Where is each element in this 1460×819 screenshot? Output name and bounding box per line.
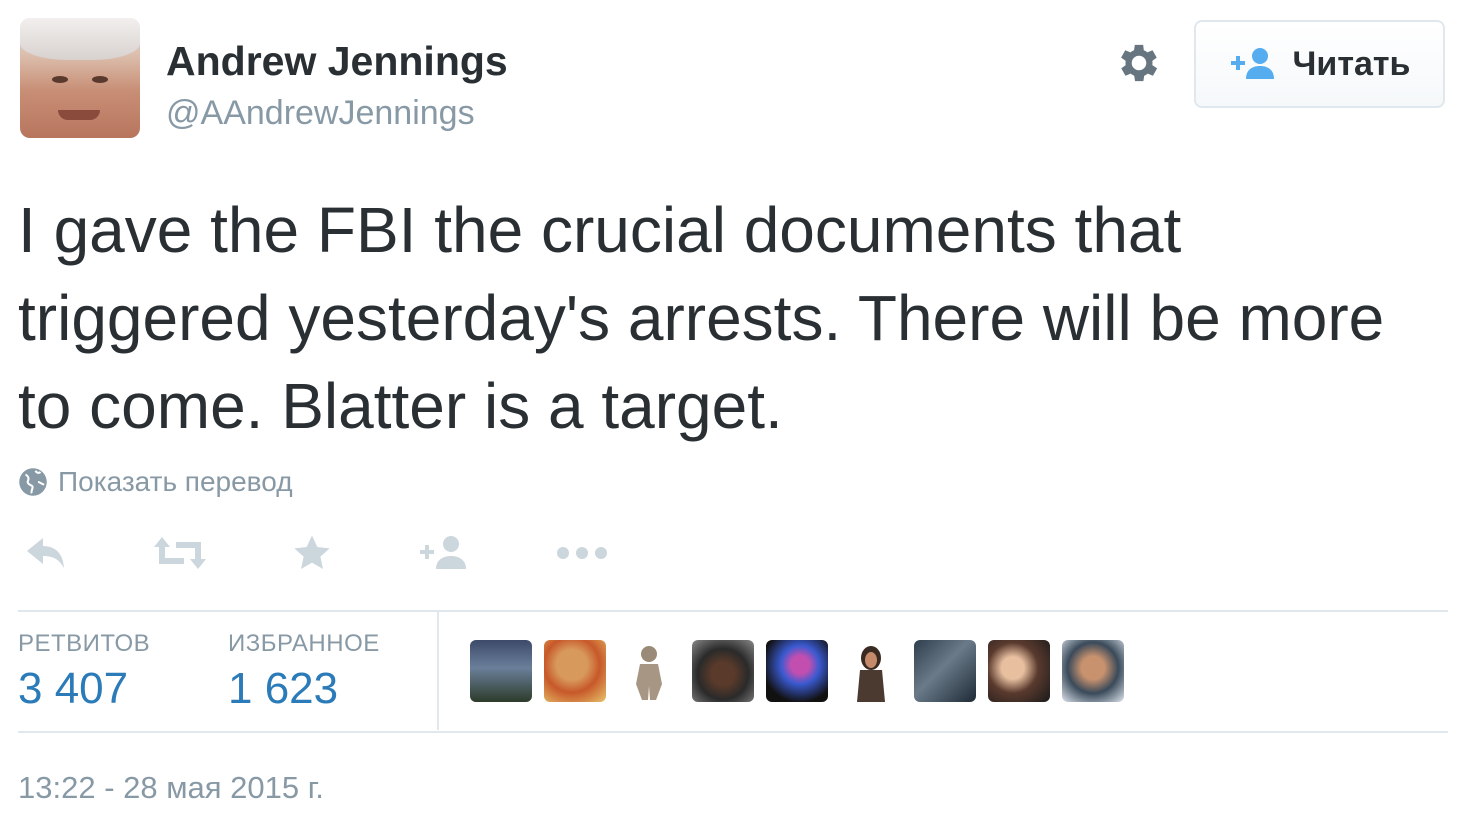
favoriter-avatar[interactable] (544, 640, 606, 702)
show-translation-link[interactable]: Показать перевод (18, 466, 293, 498)
reply-icon (27, 538, 64, 568)
favorite-icon (294, 535, 330, 569)
retweet-button[interactable] (150, 530, 210, 576)
favoriter-avatar[interactable] (914, 640, 976, 702)
author-name[interactable]: Andrew Jennings (166, 38, 508, 85)
stats-top-divider (18, 610, 1448, 612)
more-icon (557, 547, 607, 559)
favoriter-avatar[interactable] (840, 640, 902, 702)
stats-bottom-divider (18, 731, 1448, 733)
add-user-icon (1230, 48, 1274, 79)
retweets-label: РЕТВИТОВ (18, 630, 151, 657)
stats-divider (437, 612, 439, 730)
favoriter-avatar[interactable] (618, 640, 680, 702)
favorites-label: ИЗБРАННОЕ (228, 630, 380, 657)
favoriter-avatar[interactable] (766, 640, 828, 702)
tweet-text: I gave the FBI the crucial documents tha… (18, 194, 1385, 442)
follow-author-button[interactable] (416, 530, 472, 576)
favorited-by-avatars (470, 640, 1124, 702)
favoriter-avatar[interactable] (988, 640, 1050, 702)
author-avatar[interactable] (20, 18, 140, 138)
more-options-button[interactable] (554, 530, 610, 576)
favorite-button[interactable] (288, 530, 336, 576)
reply-button[interactable] (20, 530, 70, 576)
show-translation-label: Показать перевод (58, 466, 293, 497)
favoriter-avatar[interactable] (1062, 640, 1124, 702)
follow-button-label: Читать (1292, 44, 1411, 83)
favoriter-avatar[interactable] (692, 640, 754, 702)
gear-icon[interactable] (1114, 38, 1164, 88)
follow-icon (420, 536, 466, 569)
favorites-count[interactable]: 1 623 (228, 664, 338, 714)
follow-button[interactable]: Читать (1194, 20, 1445, 108)
author-handle[interactable]: @AAndrewJennings (166, 94, 475, 133)
retweet-icon (154, 537, 206, 569)
favoriter-avatar[interactable] (470, 640, 532, 702)
globe-icon (19, 468, 47, 496)
retweets-count[interactable]: 3 407 (18, 664, 128, 714)
tweet-timestamp[interactable]: 13:22 - 28 мая 2015 г. (18, 770, 324, 806)
